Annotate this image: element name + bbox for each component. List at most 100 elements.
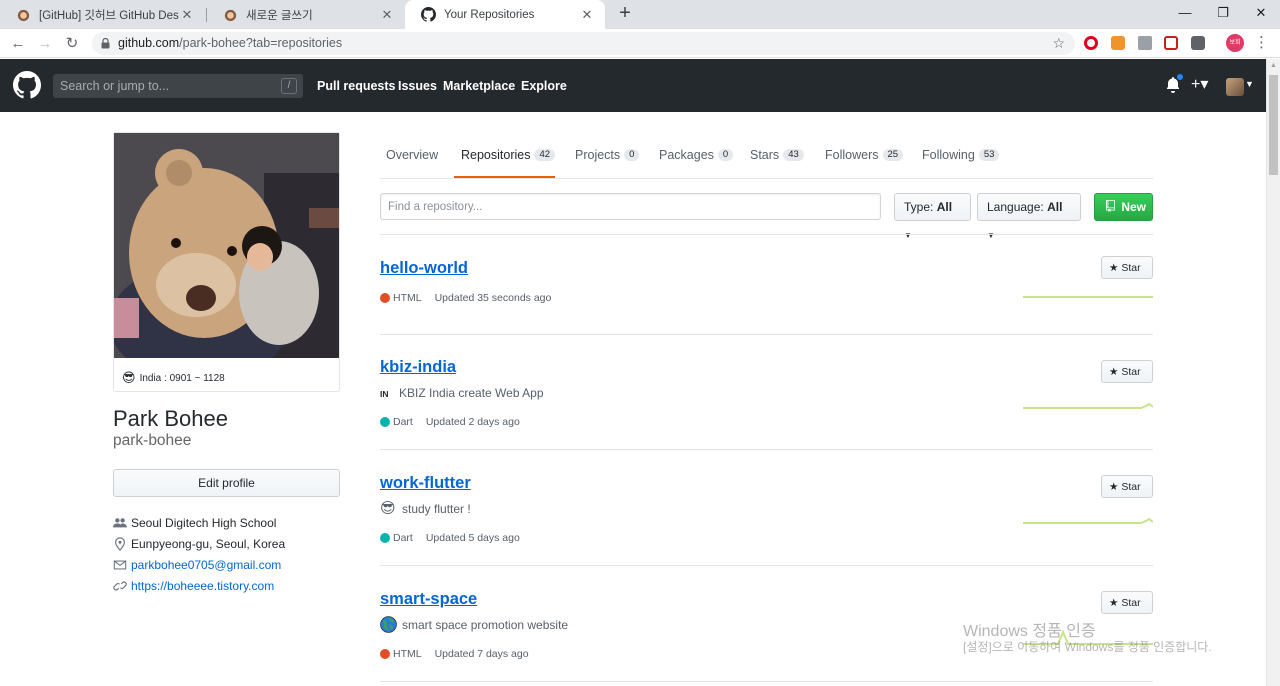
tab-stars[interactable]: Stars 43 [750,148,804,162]
star-button[interactable]: ★ Star [1101,475,1153,498]
star-label: Star [1121,366,1141,378]
star-button[interactable]: ★ Star [1101,256,1153,279]
user-avatar[interactable] [1226,78,1244,96]
edit-profile-button[interactable]: Edit profile [113,469,340,497]
repo-name-link[interactable]: kbiz-india [380,358,456,377]
profile-status[interactable]: 😎 India : 0901 ~ 1128 [122,370,225,386]
tab-following[interactable]: Following 53 [922,148,1000,162]
activity-sparkline [1023,517,1153,524]
repo-meta: Dart Updated 5 days ago [380,532,520,544]
tab-packages[interactable]: Packages 0 [659,148,734,162]
repo-language: HTML [393,648,422,660]
mail-icon [113,560,127,570]
tab-label: Packages [659,148,714,162]
reload-icon[interactable]: ↻ [61,33,83,55]
profile-photo[interactable] [114,133,339,358]
restore-window-icon[interactable]: ❐ [1204,0,1242,29]
close-tab-icon[interactable]: ✕ [179,7,195,23]
create-new-plus-icon[interactable]: +▾ [1191,74,1208,94]
website-link[interactable]: https://boheeee.tistory.com [131,579,274,593]
repo-updated: Updated 2 days ago [425,416,520,428]
star-label: Star [1121,262,1141,274]
repo-description-text: study flutter ! [402,501,471,516]
browser-tab-strip: [GitHub] 깃허브 GitHub Desktop ✕ 새로운 글쓰기 ✕ … [0,0,1280,29]
new-repository-button[interactable]: New [1094,193,1153,221]
star-label: Star [1121,597,1141,609]
windows-activation-message: [설정]으로 이동하여 Windows를 정품 인증합니다. [963,640,1212,654]
tab-count: 53 [978,149,1000,161]
chrome-profile-avatar[interactable]: 보희 [1226,34,1244,52]
language-filter-label: Language: [987,200,1044,214]
chrome-menu-icon[interactable]: ⋮ [1254,33,1269,53]
repo-language: Dart [393,416,413,428]
selected-tab-underline [454,176,555,178]
nav-marketplace[interactable]: Marketplace [443,79,515,93]
scrollbar-thumb[interactable] [1269,75,1278,175]
back-arrow-icon[interactable]: ← [7,33,29,55]
pocket-extension-icon[interactable] [1164,36,1178,50]
star-button[interactable]: ★ Star [1101,360,1153,383]
language-filter-value: All [1047,200,1063,214]
repo-meta: Dart Updated 2 days ago [380,416,520,428]
browser-toolbar: ← → ↻ github.com/park-bohee?tab=reposito… [0,29,1280,58]
nav-issues[interactable]: Issues [398,79,437,93]
opera-extension-icon[interactable] [1084,36,1098,50]
nav-pull-requests[interactable]: Pull requests [317,79,396,93]
browser-tab-title: [GitHub] 깃허브 GitHub Desktop [39,9,179,22]
tab-repositories[interactable]: Repositories 42 [461,148,556,162]
info-extension-icon[interactable] [1191,36,1205,50]
find-repository-input[interactable]: Find a repository... [380,193,881,220]
browser-tab-your-repositories[interactable]: Your Repositories ✕ [405,0,605,29]
repo-name-link[interactable]: work-flutter [380,474,471,493]
url-text: github.com/park-bohee?tab=repositories [118,36,342,50]
lock-icon [101,38,110,49]
tab-overview[interactable]: Overview [386,148,438,162]
repo-list-item: hello-world HTML Updated 35 seconds ago … [380,235,1153,335]
type-filter-button[interactable]: Type: All ▼ [894,193,971,240]
globe-emoji-icon [380,616,397,633]
email-link[interactable]: parkbohee0705@gmail.com [131,558,281,572]
new-tab-icon[interactable]: + [614,3,636,25]
url-host: github.com [118,36,180,50]
nav-explore[interactable]: Explore [521,79,567,93]
notification-unread-dot [1176,73,1184,81]
india-flag-emoji-icon: IN [380,389,389,399]
close-tab-icon[interactable]: ✕ [379,7,395,23]
bookmark-star-icon[interactable]: ☆ [1052,35,1065,52]
fox-extension-icon[interactable] [1138,36,1152,50]
scroll-up-arrow-icon[interactable]: ▲ [1270,62,1277,69]
repo-language: HTML [393,292,422,304]
browser-tab-new-post[interactable]: 새로운 글쓰기 ✕ [207,0,405,29]
language-color-dot [380,533,390,543]
close-tab-icon[interactable]: ✕ [579,7,595,23]
forward-arrow-icon[interactable]: → [34,33,56,55]
language-filter-button[interactable]: Language: All ▼ [977,193,1081,240]
search-placeholder: Search or jump to... [60,79,170,93]
repo-name-link[interactable]: smart-space [380,590,477,609]
type-filter-label: Type: [904,200,934,214]
star-button[interactable]: ★ Star [1101,591,1153,614]
repo-name-link[interactable]: hello-world [380,259,468,278]
close-window-icon[interactable]: ✕ [1242,0,1280,29]
repo-meta: HTML Updated 7 days ago [380,648,529,660]
ex-extension-icon[interactable] [1111,36,1125,50]
url-path: /park-bohee?tab=repositories [179,36,343,50]
tab-projects[interactable]: Projects 0 [575,148,640,162]
github-logo-icon[interactable] [13,71,41,99]
organization-text: Seoul Digitech High School [131,516,277,530]
minimize-icon[interactable]: — [1166,0,1204,29]
global-search-input[interactable]: Search or jump to... / [53,74,303,98]
blog-favicon-icon [17,9,30,22]
address-bar[interactable]: github.com/park-bohee?tab=repositories ☆ [92,32,1075,55]
user-menu-caret-icon[interactable]: ▼ [1245,79,1254,89]
profile-website: https://boheeee.tistory.com [113,579,274,593]
profile-email: parkbohee0705@gmail.com [113,558,281,572]
tab-count: 43 [783,149,804,161]
repo-description: 😎 study flutter ! [380,500,471,517]
repo-description: smart space promotion website [380,616,568,633]
page-scrollbar[interactable]: ▲ [1266,59,1280,686]
browser-tab-github-desktop[interactable]: [GitHub] 깃허브 GitHub Desktop ✕ [0,0,205,29]
location-pin-icon [115,537,125,551]
tab-count: 0 [717,149,734,161]
tab-followers[interactable]: Followers 25 [825,148,904,162]
